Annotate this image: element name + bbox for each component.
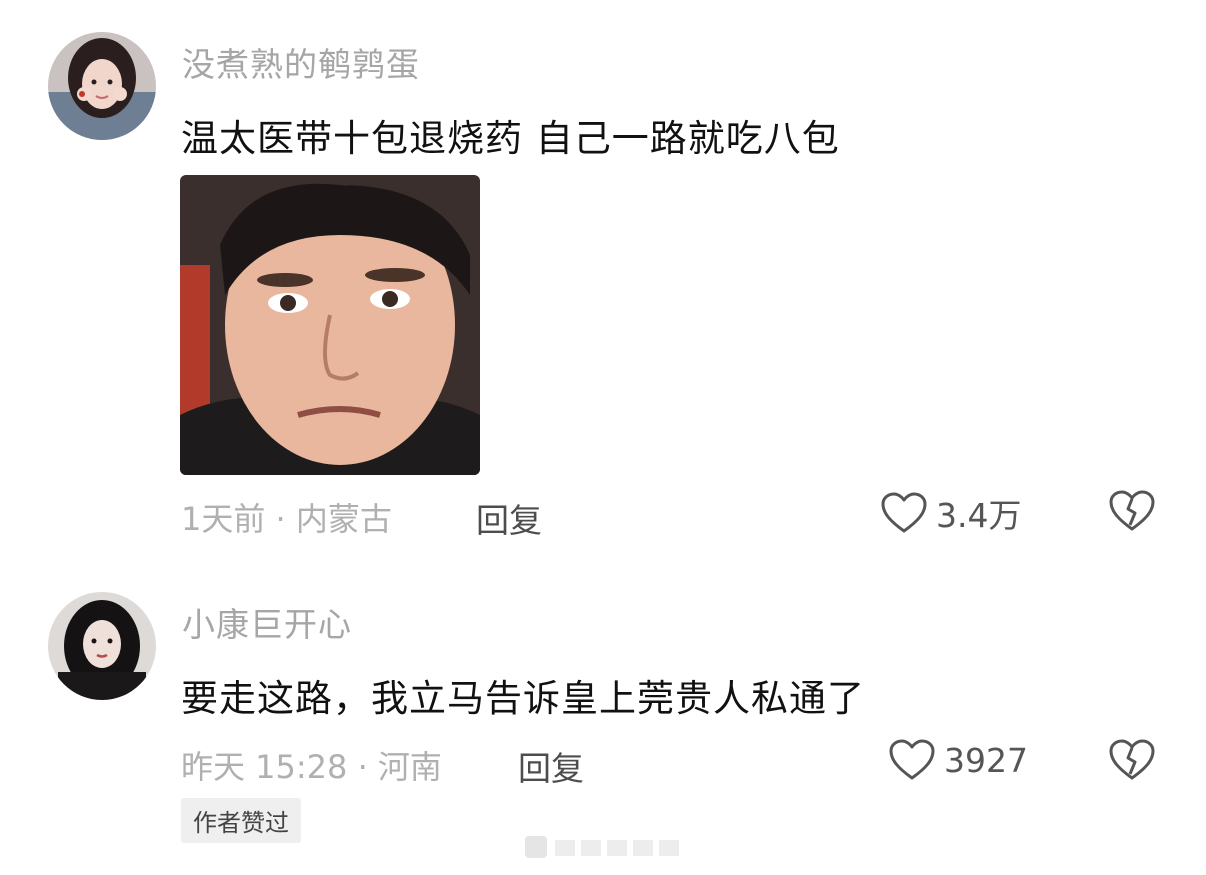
username[interactable]: 没煮熟的鹌鹑蛋 bbox=[182, 38, 420, 86]
user-avatar[interactable] bbox=[48, 32, 156, 140]
comment-image[interactable] bbox=[180, 175, 480, 475]
like-button[interactable]: 3927 bbox=[888, 738, 1028, 782]
heart-icon bbox=[889, 739, 935, 780]
comment-text: 温太医带十包退烧药 自己一路就吃八包 bbox=[181, 117, 840, 160]
avatar-girl-icon bbox=[48, 32, 156, 140]
comment-text: 要走这路，我立马告诉皇上莞贵人私通了 bbox=[181, 677, 865, 720]
watermark bbox=[525, 832, 685, 862]
user-avatar[interactable] bbox=[48, 592, 156, 700]
author-liked-badge: 作者赞过 bbox=[181, 798, 301, 843]
meme-face-image bbox=[180, 175, 480, 475]
reply-button[interactable]: 回复 bbox=[476, 494, 542, 542]
watermark-logo-icon bbox=[525, 836, 679, 858]
avatar-girl-icon bbox=[48, 592, 156, 700]
dislike-button[interactable] bbox=[1108, 489, 1156, 537]
heart-icon bbox=[881, 492, 927, 533]
comment-meta: 1天前 · 内蒙古 bbox=[181, 500, 392, 538]
broken-heart-icon bbox=[1109, 490, 1155, 531]
broken-heart-icon bbox=[1109, 739, 1155, 780]
reply-button[interactable]: 回复 bbox=[518, 742, 584, 790]
like-count: 3927 bbox=[944, 740, 1028, 780]
comment-meta: 昨天 15:28 · 河南 bbox=[181, 748, 442, 786]
dislike-button[interactable] bbox=[1108, 738, 1156, 786]
like-count: 3.4万 bbox=[936, 496, 1022, 535]
username[interactable]: 小康巨开心 bbox=[182, 598, 352, 646]
like-button[interactable]: 3.4万 bbox=[880, 489, 1021, 537]
